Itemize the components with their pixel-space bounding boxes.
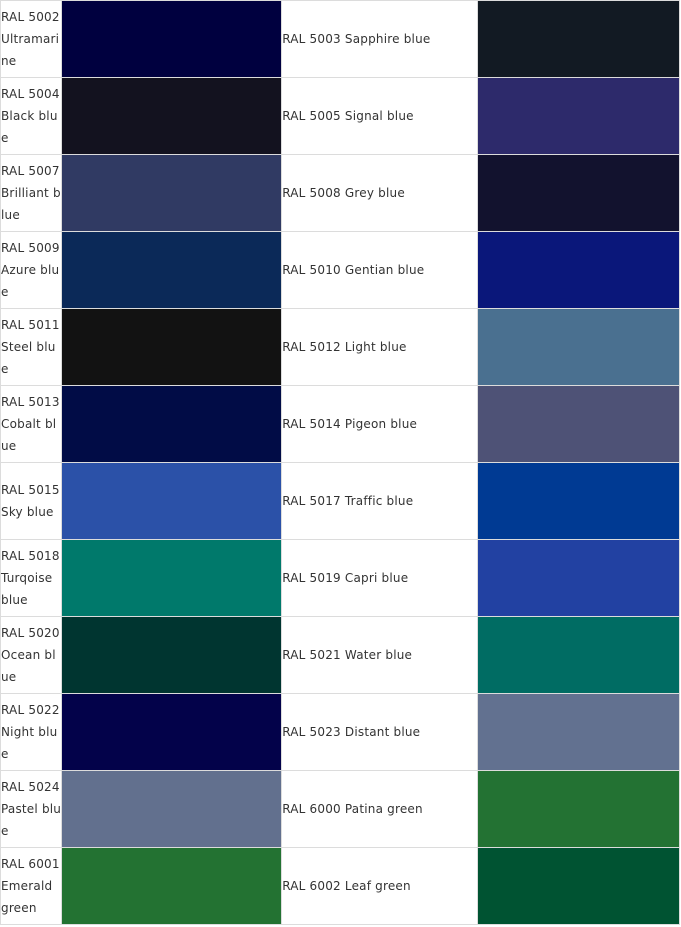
color-swatch-left — [61, 0, 283, 78]
color-name-left: RAL 5007 Brilliant blue — [0, 154, 63, 232]
color-swatch-right — [476, 231, 680, 309]
color-swatch-left — [61, 693, 283, 771]
color-name-left: RAL 5013 Cobalt blue — [0, 385, 63, 463]
table-row: RAL 5002 Ultramarine RAL 5003 Sapphire bl… — [0, 0, 680, 78]
color-swatch-left — [61, 770, 283, 848]
color-swatch-right — [476, 0, 680, 78]
color-name-right: RAL 5014 Pigeon blue — [281, 385, 478, 463]
color-name-right: RAL 6002 Leaf green — [281, 847, 478, 925]
color-name-left: RAL 5004 Black blue — [0, 77, 63, 155]
table-row: RAL 5013 Cobalt blue RAL 5014 Pigeon blue — [0, 385, 680, 463]
color-swatch-left — [61, 539, 283, 617]
color-name-right: RAL 5017 Traffic blue — [281, 462, 478, 540]
color-name-left: RAL 5018 Turqoise blue — [0, 539, 63, 617]
color-swatch-right — [476, 616, 680, 694]
ral-color-table: RAL 5002 Ultramarine RAL 5003 Sapphire bl… — [0, 0, 680, 925]
color-swatch-right — [476, 462, 680, 540]
color-name-left: RAL 5024 Pastel blue — [0, 770, 63, 848]
table-row: RAL 5018 Turqoise blue RAL 5019 Capri blu… — [0, 539, 680, 617]
table-row: RAL 5004 Black blue RAL 5005 Signal blue — [0, 77, 680, 155]
color-swatch-right — [476, 77, 680, 155]
color-swatch-left — [61, 385, 283, 463]
color-swatch-left — [61, 154, 283, 232]
table-row: RAL 5020 Ocean blue RAL 5021 Water blue — [0, 616, 680, 694]
table-row: RAL 5022 Night blue RAL 5023 Distant blue — [0, 693, 680, 771]
color-name-right: RAL 5021 Water blue — [281, 616, 478, 694]
color-name-left: RAL 5011 Steel blue — [0, 308, 63, 386]
color-name-right: RAL 5010 Gentian blue — [281, 231, 478, 309]
color-name-right: RAL 6000 Patina green — [281, 770, 478, 848]
color-name-right: RAL 5005 Signal blue — [281, 77, 478, 155]
table-row: RAL 6001 Emerald green RAL 6002 Leaf gree… — [0, 847, 680, 925]
color-swatch-right — [476, 308, 680, 386]
table-row: RAL 5015 Sky blue RAL 5017 Traffic blue — [0, 462, 680, 540]
color-swatch-left — [61, 616, 283, 694]
color-swatch-right — [476, 539, 680, 617]
table-row: RAL 5007 Brilliant blue RAL 5008 Grey blu… — [0, 154, 680, 232]
ral-color-table-body: RAL 5002 Ultramarine RAL 5003 Sapphire bl… — [0, 0, 680, 925]
color-name-left: RAL 5009 Azure blue — [0, 231, 63, 309]
table-row: RAL 5024 Pastel blue RAL 6000 Patina gree… — [0, 770, 680, 848]
color-name-right: RAL 5023 Distant blue — [281, 693, 478, 771]
color-name-left: RAL 6001 Emerald green — [0, 847, 63, 925]
color-name-left: RAL 5022 Night blue — [0, 693, 63, 771]
color-name-left: RAL 5015 Sky blue — [0, 462, 63, 540]
color-swatch-left — [61, 308, 283, 386]
color-name-left: RAL 5002 Ultramarine — [0, 0, 63, 78]
color-swatch-right — [476, 847, 680, 925]
color-swatch-left — [61, 77, 283, 155]
color-name-left: RAL 5020 Ocean blue — [0, 616, 63, 694]
color-name-right: RAL 5008 Grey blue — [281, 154, 478, 232]
color-name-right: RAL 5019 Capri blue — [281, 539, 478, 617]
color-swatch-right — [476, 385, 680, 463]
color-name-right: RAL 5003 Sapphire blue — [281, 0, 478, 78]
color-swatch-left — [61, 462, 283, 540]
color-swatch-left — [61, 231, 283, 309]
color-swatch-right — [476, 154, 680, 232]
table-row: RAL 5011 Steel blue RAL 5012 Light blue — [0, 308, 680, 386]
color-swatch-left — [61, 847, 283, 925]
color-swatch-right — [476, 770, 680, 848]
table-row: RAL 5009 Azure blue RAL 5010 Gentian blue — [0, 231, 680, 309]
color-name-right: RAL 5012 Light blue — [281, 308, 478, 386]
color-swatch-right — [476, 693, 680, 771]
